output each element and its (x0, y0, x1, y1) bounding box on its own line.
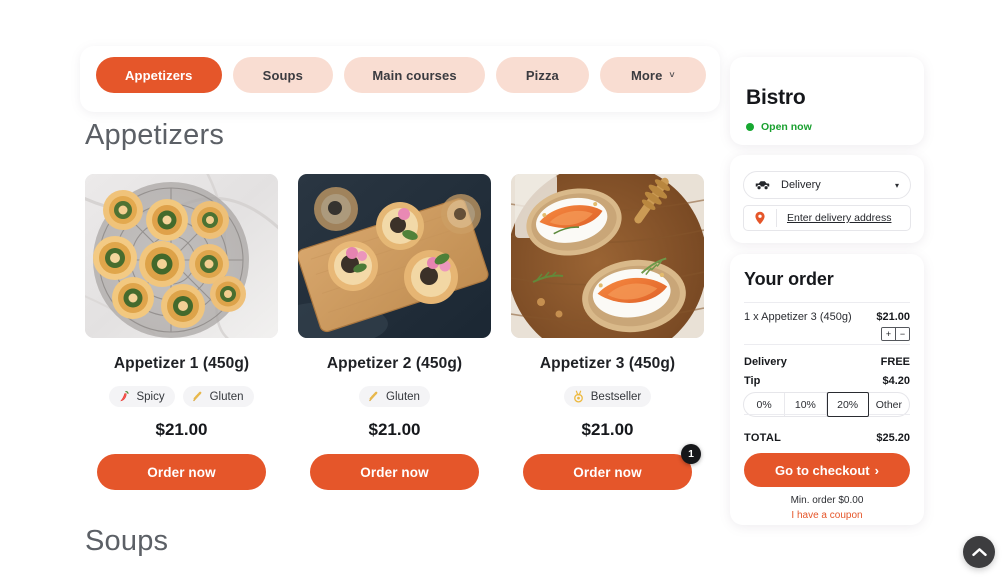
order-button-wrap: Order now 1 (523, 444, 701, 490)
cart-quantity-badge: 1 (681, 444, 701, 464)
tab-label: More (630, 67, 663, 83)
line-item-name: 1 x Appetizer 3 (450g) (744, 311, 852, 323)
order-button-wrap: Order now (310, 454, 479, 490)
tip-value: $4.20 (882, 375, 910, 387)
delivery-address-field[interactable]: Enter delivery address (743, 205, 911, 231)
tab-main-courses[interactable]: Main courses (344, 57, 486, 93)
product-card[interactable]: Appetizer 1 (450g) Spicy Gluten $21.00 O… (85, 174, 278, 490)
tag-label: Spicy (136, 390, 165, 403)
divider (744, 302, 910, 303)
product-card[interactable]: Appetizer 2 (450g) Gluten $21.00 Order n… (298, 174, 491, 490)
order-now-label: Order now (147, 464, 216, 480)
product-image-appetizer-2[interactable] (298, 174, 491, 338)
product-tags: Gluten (298, 386, 491, 407)
product-price: $21.00 (581, 420, 634, 439)
product-grid: Appetizer 1 (450g) Spicy Gluten $21.00 O… (85, 174, 704, 490)
tab-pizza[interactable]: Pizza (496, 57, 589, 93)
product-title: Appetizer 3 (450g) (539, 355, 676, 372)
chili-pepper-icon (120, 391, 130, 402)
total-value: $25.20 (876, 432, 910, 444)
food-ordering-page: Appetizers Soups Main courses Pizza More… (0, 0, 1007, 579)
wheat-icon (369, 391, 378, 402)
tag-spicy: Spicy (109, 386, 175, 407)
delivery-panel: Delivery ▾ Enter delivery address (730, 155, 924, 243)
delivery-car-icon (755, 181, 770, 190)
tag-label: Gluten (386, 390, 420, 403)
tab-label: Pizza (525, 67, 559, 83)
tag-gluten: Gluten (359, 386, 430, 407)
tab-label: Main courses (372, 67, 457, 83)
order-sidebar: Account ˅ Bistro Open now Delivery ▾ (728, 0, 1007, 579)
product-price: $21.00 (368, 420, 421, 439)
product-tags: Bestseller (511, 386, 704, 407)
tab-appetizers[interactable]: Appetizers (96, 57, 222, 93)
product-title: Appetizer 2 (450g) (326, 355, 463, 372)
order-now-button[interactable]: Order now (97, 454, 266, 490)
menu-main-column: Appetizers Soups Main courses Pizza More… (0, 0, 720, 579)
order-now-label: Order now (360, 464, 429, 480)
scroll-to-top-button[interactable] (963, 536, 995, 568)
delivery-method-label: Delivery (781, 179, 821, 191)
total-row: TOTAL $25.20 (744, 432, 910, 444)
open-status: Open now (746, 121, 812, 133)
status-dot-icon (746, 123, 754, 131)
tag-gluten: Gluten (182, 386, 254, 407)
quantity-stepper[interactable]: + − (881, 327, 910, 341)
open-status-label: Open now (761, 121, 812, 133)
medal-icon (573, 390, 583, 403)
order-line-item: 1 x Appetizer 3 (450g) $21.00 + − (744, 311, 910, 341)
product-image-appetizer-3[interactable] (511, 174, 704, 338)
tip-option-other[interactable]: Other (869, 393, 909, 416)
tab-soups[interactable]: Soups (232, 57, 334, 93)
tip-option-20[interactable]: 20% (826, 392, 869, 417)
delivery-method-select[interactable]: Delivery ▾ (743, 171, 911, 199)
product-image-appetizer-1[interactable] (85, 174, 278, 338)
tag-label: Gluten (209, 390, 244, 403)
chevron-down-icon: ▾ (894, 180, 899, 190)
order-now-button[interactable]: Order now (523, 454, 692, 490)
min-order-note: Min. order $0.00 (790, 495, 864, 506)
decrease-quantity-button[interactable]: − (896, 328, 909, 340)
delivery-fee-value: FREE (880, 356, 910, 368)
map-pin-icon (744, 211, 776, 225)
tab-more[interactable]: More ˅ (599, 57, 706, 93)
enter-address-link[interactable]: Enter delivery address (787, 212, 891, 224)
product-title: Appetizer 1 (450g) (113, 355, 250, 372)
wheat-icon (192, 391, 201, 402)
chevron-down-icon: ˅ (669, 69, 675, 80)
tip-option-0[interactable]: 0% (744, 393, 786, 416)
section-heading-soups: Soups (85, 525, 169, 557)
increase-quantity-button[interactable]: + (882, 328, 895, 340)
tab-label: Soups (262, 67, 303, 83)
product-price: $21.00 (155, 420, 208, 439)
restaurant-name: Bistro (746, 86, 806, 109)
delivery-fee-label: Delivery (744, 356, 787, 368)
tip-option-10[interactable]: 10% (785, 393, 827, 416)
your-order-panel: Your order 1 x Appetizer 3 (450g) $21.00… (730, 254, 924, 525)
delivery-fee-row: Delivery FREE (744, 356, 910, 368)
go-to-checkout-button[interactable]: Go to checkout › (744, 453, 910, 487)
restaurant-panel: Bistro Open now (730, 57, 924, 145)
tag-label: Bestseller (590, 390, 642, 403)
chevron-up-icon (971, 548, 987, 557)
tag-bestseller: Bestseller (563, 386, 652, 407)
product-tags: Spicy Gluten (85, 386, 278, 407)
chevron-right-icon: › (874, 462, 879, 478)
product-card[interactable]: Appetizer 3 (450g) Bestseller $21.00 Ord… (511, 174, 704, 490)
checkout-label: Go to checkout (775, 462, 870, 478)
total-label: TOTAL (744, 432, 782, 444)
order-button-wrap: Order now (97, 454, 266, 490)
tip-label: Tip (744, 375, 761, 387)
tip-row: Tip $4.20 (744, 375, 910, 387)
your-order-title: Your order (744, 269, 834, 289)
order-now-label: Order now (573, 464, 642, 480)
divider (744, 344, 910, 345)
line-item-price: $21.00 (876, 311, 910, 323)
section-heading-appetizers: Appetizers (85, 119, 225, 151)
tab-label: Appetizers (125, 67, 193, 83)
divider (776, 209, 777, 227)
order-now-button[interactable]: Order now (310, 454, 479, 490)
category-tabbar: Appetizers Soups Main courses Pizza More… (80, 46, 720, 112)
coupon-link[interactable]: I have a coupon (730, 510, 924, 521)
